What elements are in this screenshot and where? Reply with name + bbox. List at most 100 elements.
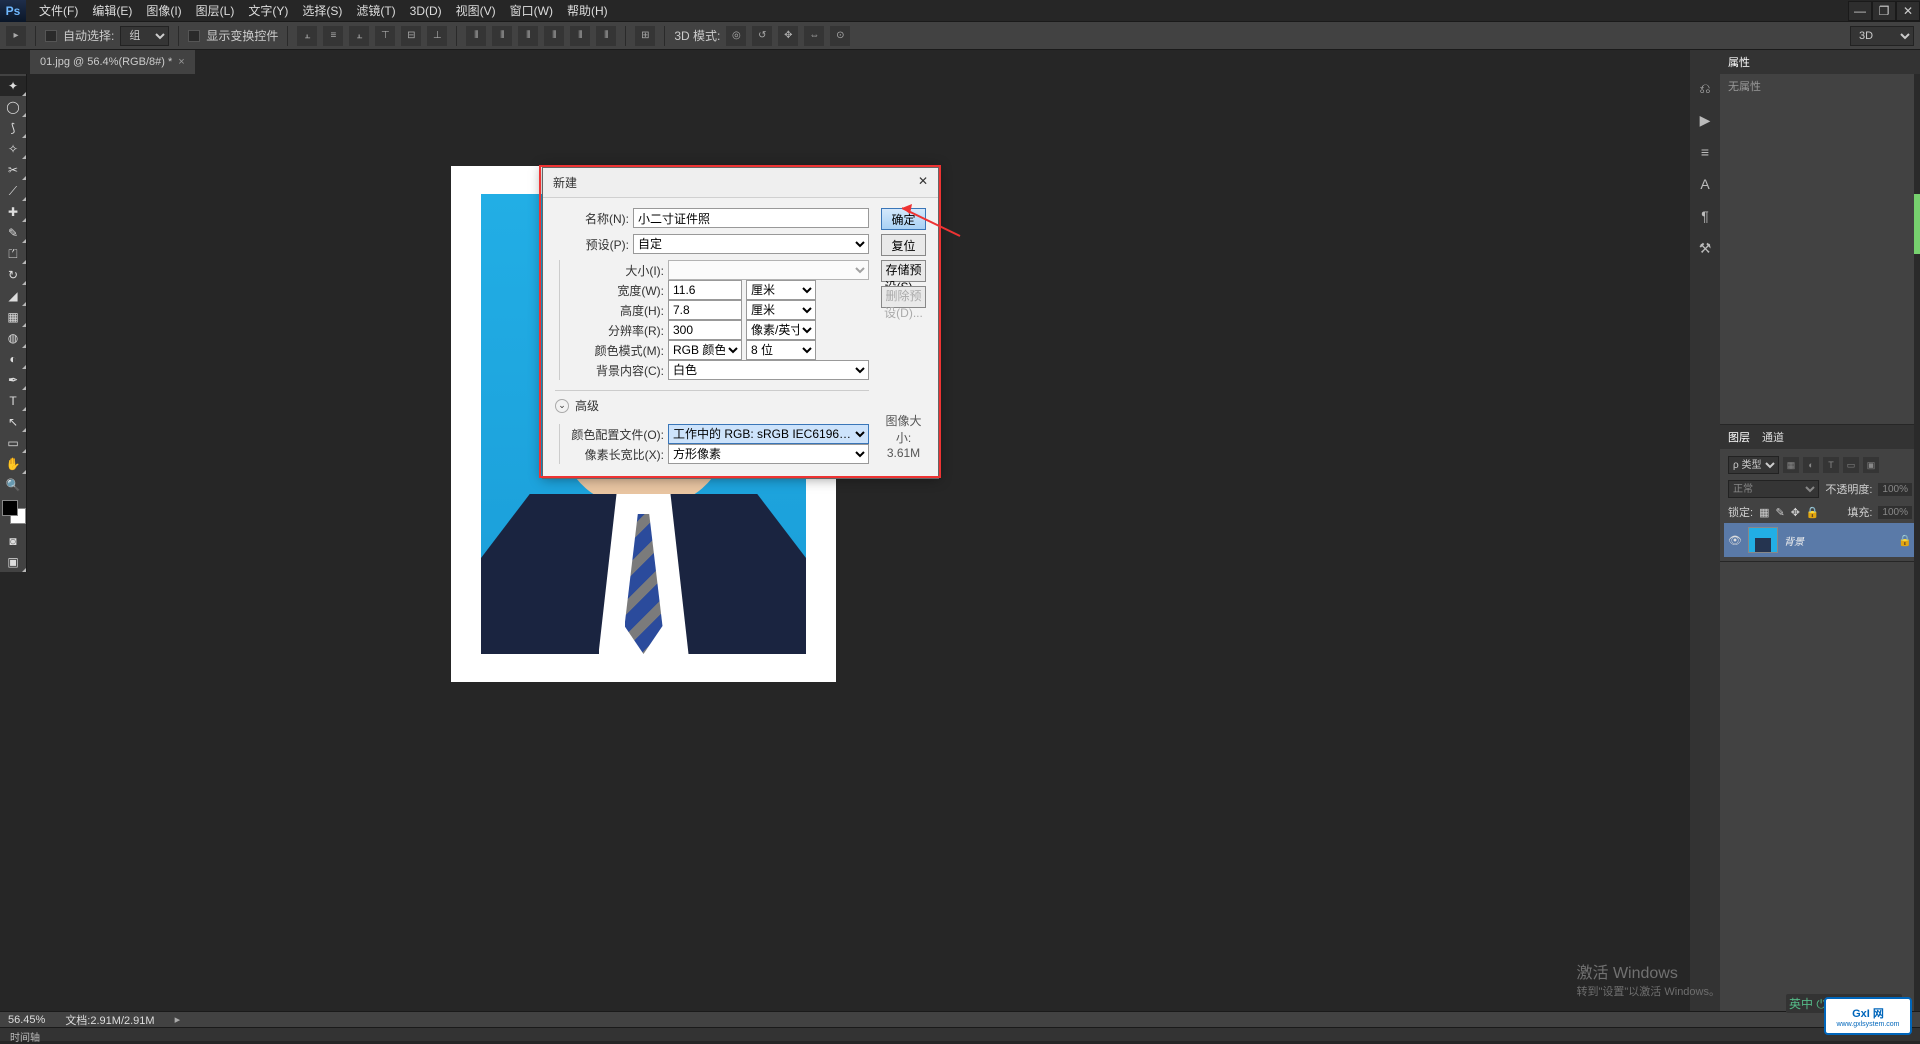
vertical-scrollbar[interactable] — [1914, 74, 1920, 1011]
paragraph-panel-icon[interactable]: ¶ — [1695, 206, 1715, 226]
timeline-bar[interactable]: 时间轴 — [0, 1027, 1920, 1041]
blend-mode-dropdown[interactable]: 正常 — [1728, 480, 1819, 498]
3d-slide-icon[interactable]: ⇔ — [804, 26, 824, 46]
auto-align-icon[interactable]: ⊞ — [635, 26, 655, 46]
quick-mask-tool[interactable]: ◙ — [0, 531, 26, 551]
reset-button[interactable]: 复位 — [881, 234, 926, 256]
menu-3d[interactable]: 3D(D) — [403, 1, 449, 21]
pixel-aspect-dropdown[interactable]: 方形像素 — [668, 444, 869, 464]
lasso-tool[interactable]: ⟆ — [0, 118, 26, 138]
resolution-unit-dropdown[interactable]: 像素/英寸 — [746, 320, 816, 340]
layer-filter-kind[interactable]: ρ 类型 — [1728, 456, 1779, 474]
color-profile-dropdown[interactable]: 工作中的 RGB: sRGB IEC6196… — [668, 424, 869, 444]
move-tool[interactable]: ✦ — [0, 76, 26, 96]
color-depth-dropdown[interactable]: 8 位 — [746, 340, 816, 360]
pen-tool[interactable]: ✒ — [0, 370, 26, 390]
blur-tool[interactable]: ◍ — [0, 328, 26, 348]
align-bottom-icon[interactable]: ⊥ — [427, 26, 447, 46]
color-mode-dropdown[interactable]: RGB 颜色 — [668, 340, 742, 360]
tool-presets-panel-icon[interactable]: ⚒ — [1695, 238, 1715, 258]
status-menu-icon[interactable]: ▸ — [175, 1013, 181, 1026]
menu-edit[interactable]: 编辑(E) — [85, 0, 139, 22]
move-tool-preset-icon[interactable]: ▸ — [6, 26, 26, 46]
fill-value[interactable]: 100% — [1878, 506, 1912, 519]
lock-paint-icon[interactable]: ✎ — [1775, 506, 1784, 519]
close-icon[interactable]: × — [178, 56, 184, 68]
layers-tab[interactable]: 图层 — [1728, 429, 1750, 445]
filter-shape-icon[interactable]: ▭ — [1843, 457, 1859, 473]
3d-zoom-icon[interactable]: ⊙ — [830, 26, 850, 46]
3d-orbit-icon[interactable]: ◎ — [726, 26, 746, 46]
lock-trans-icon[interactable]: ▦ — [1759, 506, 1769, 519]
menu-window[interactable]: 窗口(W) — [503, 0, 560, 22]
filter-pixel-icon[interactable]: ▦ — [1783, 457, 1799, 473]
character-panel-icon[interactable]: A — [1695, 174, 1715, 194]
eyedropper-tool[interactable]: ⟋ — [0, 181, 26, 201]
name-input[interactable] — [633, 208, 869, 228]
fg-color-swatch[interactable] — [2, 500, 18, 516]
crop-tool[interactable]: ✂ — [0, 160, 26, 180]
actions-panel-icon[interactable]: ▶ — [1695, 110, 1715, 130]
history-panel-icon[interactable]: ⎌ — [1695, 78, 1715, 98]
layer-name[interactable]: 背景 — [1784, 533, 1804, 548]
menu-help[interactable]: 帮助(H) — [560, 0, 615, 22]
align-right-icon[interactable]: ⫠ — [349, 26, 369, 46]
path-selection-tool[interactable]: ↖ — [0, 412, 26, 432]
menu-select[interactable]: 选择(S) — [295, 0, 349, 22]
dialog-close-icon[interactable]: ✕ — [918, 174, 928, 191]
menu-type[interactable]: 文字(Y) — [241, 0, 295, 22]
distribute-5-icon[interactable]: ⫴ — [570, 26, 590, 46]
history-brush-tool[interactable]: ↻ — [0, 265, 26, 285]
align-top-icon[interactable]: ⊤ — [375, 26, 395, 46]
magic-wand-tool[interactable]: ✧ — [0, 139, 26, 159]
auto-select-checkbox[interactable] — [45, 30, 57, 42]
layer-item[interactable]: 👁 背景 🔒 — [1724, 523, 1916, 557]
visibility-icon[interactable]: 👁 — [1728, 534, 1742, 547]
resolution-input[interactable] — [668, 320, 742, 340]
3d-roll-icon[interactable]: ↺ — [752, 26, 772, 46]
zoom-level[interactable]: 56.45% — [8, 1014, 45, 1026]
dodge-tool[interactable]: ◐ — [0, 349, 26, 369]
shape-tool[interactable]: ▭ — [0, 433, 26, 453]
layer-thumbnail[interactable] — [1748, 527, 1778, 553]
filter-smart-icon[interactable]: ▣ — [1863, 457, 1879, 473]
marquee-tool[interactable]: ◯ — [0, 97, 26, 117]
menu-image[interactable]: 图像(I) — [139, 0, 188, 22]
bg-content-dropdown[interactable]: 白色 — [668, 360, 869, 380]
close-button[interactable]: ✕ — [1896, 1, 1920, 21]
lock-pos-icon[interactable]: ✥ — [1791, 506, 1800, 519]
width-unit-dropdown[interactable]: 厘米 — [746, 280, 816, 300]
distribute-2-icon[interactable]: ⫴ — [492, 26, 512, 46]
healing-brush-tool[interactable]: ✚ — [0, 202, 26, 222]
save-preset-button[interactable]: 存储预设(S)... — [881, 260, 926, 282]
width-input[interactable] — [668, 280, 742, 300]
align-left-icon[interactable]: ⫠ — [297, 26, 317, 46]
advanced-toggle[interactable]: ⌄ 高级 — [555, 390, 869, 414]
height-input[interactable] — [668, 300, 742, 320]
mode-3d-dropdown[interactable]: 3D — [1850, 26, 1914, 46]
maximize-button[interactable]: ❐ — [1872, 1, 1896, 21]
color-swatch[interactable] — [2, 500, 24, 526]
clone-stamp-tool[interactable]: ⏍ — [0, 244, 26, 264]
type-tool[interactable]: T — [0, 391, 26, 411]
zoom-tool[interactable]: 🔍 — [0, 475, 26, 495]
channels-tab[interactable]: 通道 — [1762, 429, 1784, 445]
distribute-6-icon[interactable]: ⫴ — [596, 26, 616, 46]
menu-filter[interactable]: 滤镜(T) — [349, 0, 402, 22]
ok-button[interactable]: 确定 — [881, 208, 926, 230]
distribute-3-icon[interactable]: ⫴ — [518, 26, 538, 46]
doc-size[interactable]: 文档:2.91M/2.91M — [65, 1012, 154, 1028]
eraser-tool[interactable]: ◢ — [0, 286, 26, 306]
minimize-button[interactable]: — — [1848, 1, 1872, 21]
auto-select-dropdown[interactable]: 组 — [120, 26, 169, 46]
layer-lock-icon[interactable]: 🔒 — [1898, 534, 1912, 547]
3d-pan-icon[interactable]: ✥ — [778, 26, 798, 46]
filter-type-icon[interactable]: T — [1823, 457, 1839, 473]
align-vcenter-icon[interactable]: ⊟ — [401, 26, 421, 46]
show-transform-checkbox[interactable] — [188, 30, 200, 42]
adjustments-panel-icon[interactable]: ≡ — [1695, 142, 1715, 162]
gradient-tool[interactable]: ▦ — [0, 307, 26, 327]
menu-file[interactable]: 文件(F) — [32, 0, 85, 22]
preset-dropdown[interactable]: 自定 — [633, 234, 869, 254]
screen-mode-tool[interactable]: ▣ — [0, 552, 26, 572]
